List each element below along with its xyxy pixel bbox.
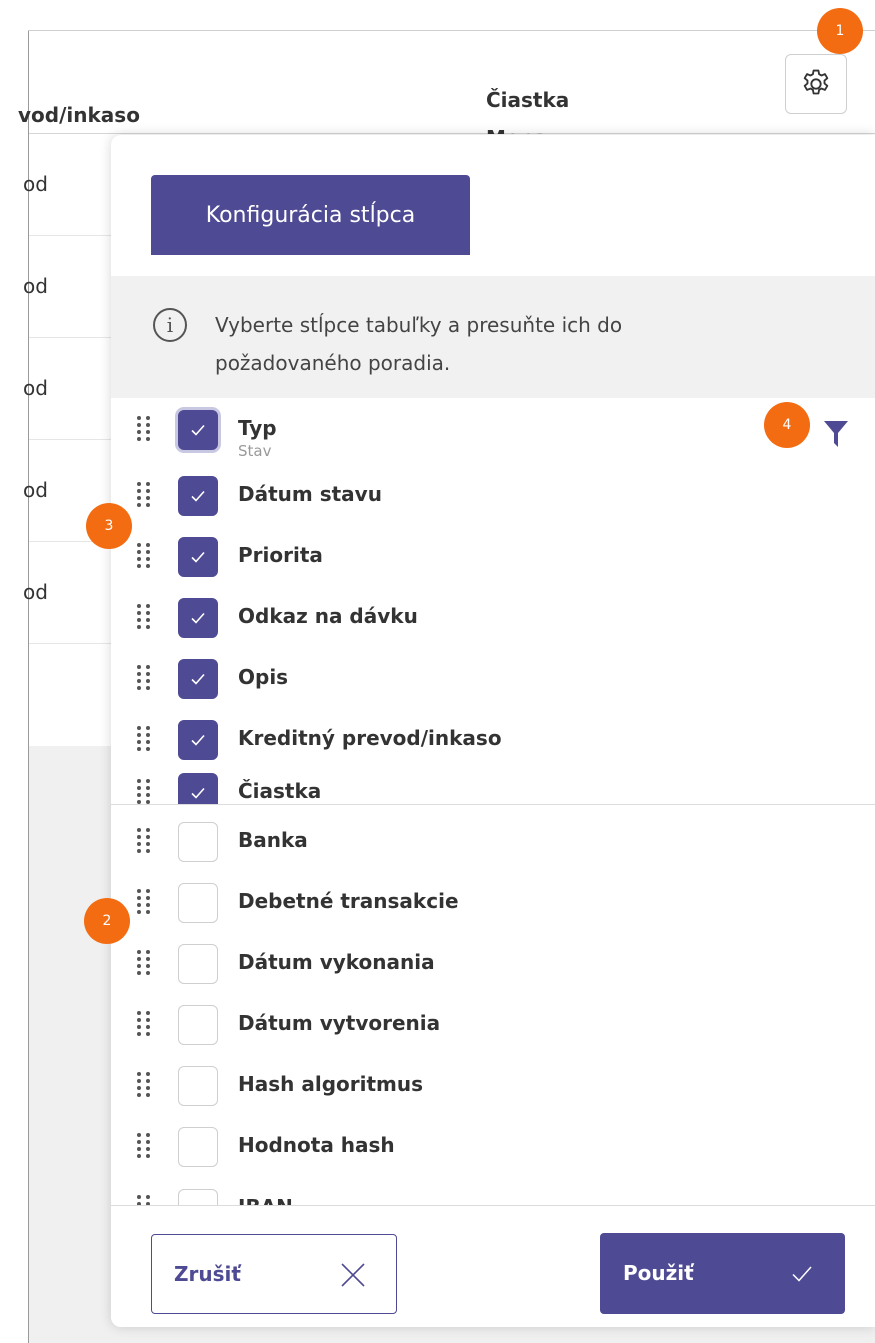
cancel-button[interactable]: Zrušiť bbox=[151, 1234, 397, 1314]
list-item-ciastka[interactable]: Čiastka bbox=[111, 761, 875, 804]
checkbox-debetne-transakcie[interactable] bbox=[178, 883, 218, 923]
drag-handle-icon[interactable] bbox=[137, 416, 153, 442]
list-item-iban[interactable]: IBAN bbox=[111, 1177, 875, 1205]
list-item-datum-stavu[interactable]: Dátum stavu bbox=[111, 464, 875, 526]
checkbox-datum-stavu[interactable] bbox=[178, 476, 218, 516]
available-columns-list: Banka Debetné transakcie Dátum vykonania… bbox=[111, 805, 875, 1205]
list-item-datum-vytvorenia[interactable]: Dátum vytvorenia bbox=[111, 993, 875, 1055]
table-cell: od bbox=[23, 172, 48, 196]
item-label: Dátum stavu bbox=[238, 482, 382, 506]
item-label: Debetné transakcie bbox=[238, 889, 459, 913]
check-icon bbox=[191, 490, 205, 502]
list-item-hodnota-hash[interactable]: Hodnota hash bbox=[111, 1115, 875, 1177]
checkbox-datum-vykonania[interactable] bbox=[178, 944, 218, 984]
table-cell: od bbox=[23, 376, 48, 400]
check-icon bbox=[191, 551, 205, 563]
step-marker-1: 1 bbox=[817, 8, 863, 54]
table-cell: od bbox=[23, 580, 48, 604]
panel-title: Konfigurácia stĺpca bbox=[151, 175, 470, 255]
drag-handle-icon[interactable] bbox=[137, 726, 153, 752]
item-label: Dátum vytvorenia bbox=[238, 1011, 441, 1035]
step-marker-4: 4 bbox=[764, 402, 810, 448]
checkbox-opis[interactable] bbox=[178, 659, 218, 699]
checkbox-iban[interactable] bbox=[178, 1189, 218, 1205]
item-label: Hodnota hash bbox=[238, 1133, 395, 1157]
checkbox-banka[interactable] bbox=[178, 822, 218, 862]
item-label: Hash algoritmus bbox=[238, 1072, 424, 1096]
list-item-datum-vykonania[interactable]: Dátum vykonania bbox=[111, 932, 875, 994]
info-icon: i bbox=[153, 308, 187, 342]
close-icon bbox=[341, 1263, 365, 1287]
item-label: Čiastka bbox=[238, 779, 322, 803]
drag-handle-icon[interactable] bbox=[137, 828, 153, 854]
drag-handle-icon[interactable] bbox=[137, 779, 153, 804]
table-header: vod/inkaso Čiastka Mena bbox=[18, 31, 875, 150]
table-cell: od bbox=[23, 274, 48, 298]
drag-handle-icon[interactable] bbox=[137, 889, 153, 915]
info-text: Vyberte stĺpce tabuľky a presuňte ich do… bbox=[215, 313, 623, 375]
checkbox-kreditny-prevod[interactable] bbox=[178, 720, 218, 760]
apply-label: Použiť bbox=[623, 1261, 694, 1285]
list-item-debetne-transakcie[interactable]: Debetné transakcie bbox=[111, 871, 875, 933]
drag-handle-icon[interactable] bbox=[137, 1195, 153, 1205]
list-item-banka[interactable]: Banka bbox=[111, 810, 875, 872]
header-amount-label: Čiastka bbox=[486, 88, 570, 112]
drag-handle-icon[interactable] bbox=[137, 950, 153, 976]
checkbox-typ[interactable] bbox=[178, 410, 218, 450]
item-label: Dátum vykonania bbox=[238, 950, 435, 974]
info-bar: i Vyberte stĺpce tabuľky a presuňte ich … bbox=[111, 276, 875, 398]
apply-button[interactable]: Použiť bbox=[600, 1233, 845, 1314]
table-cell: od bbox=[23, 478, 48, 502]
checkbox-ciastka[interactable] bbox=[178, 773, 218, 804]
list-item-priorita[interactable]: Priorita bbox=[111, 525, 875, 587]
list-item-opis[interactable]: Opis bbox=[111, 647, 875, 709]
list-item-odkaz-na-davku[interactable]: Odkaz na dávku bbox=[111, 586, 875, 648]
drag-handle-icon[interactable] bbox=[137, 1133, 153, 1159]
list-item-hash-algoritmus[interactable]: Hash algoritmus bbox=[111, 1054, 875, 1116]
step-marker-3: 3 bbox=[86, 503, 132, 549]
drag-handle-icon[interactable] bbox=[137, 482, 153, 508]
panel-footer: Zrušiť Použiť bbox=[111, 1205, 875, 1327]
drag-handle-icon[interactable] bbox=[137, 604, 153, 630]
item-label: Typ bbox=[238, 416, 277, 440]
item-label: Odkaz na dávku bbox=[238, 604, 418, 628]
drag-handle-icon[interactable] bbox=[137, 1011, 153, 1037]
column-config-panel: Konfigurácia stĺpca i Vyberte stĺpce tab… bbox=[111, 135, 875, 1327]
selected-columns-list: Typ Stav Dátum stavu Priorita Odkaz na d… bbox=[111, 398, 875, 804]
item-label: Kreditný prevod/inkaso bbox=[238, 726, 502, 750]
column-settings-button[interactable] bbox=[785, 54, 847, 114]
check-icon bbox=[792, 1266, 812, 1282]
item-label: IBAN bbox=[238, 1195, 293, 1205]
checkbox-hodnota-hash[interactable] bbox=[178, 1127, 218, 1167]
drag-handle-icon[interactable] bbox=[137, 1072, 153, 1098]
filter-icon[interactable] bbox=[823, 420, 849, 448]
item-label: Opis bbox=[238, 665, 289, 689]
check-icon bbox=[191, 734, 205, 746]
check-icon bbox=[191, 673, 205, 685]
item-sublabel: Stav bbox=[238, 442, 272, 460]
checkbox-datum-vytvorenia[interactable] bbox=[178, 1005, 218, 1045]
header-credit-transfer[interactable]: vod/inkaso bbox=[18, 103, 140, 127]
drag-handle-icon[interactable] bbox=[137, 665, 153, 691]
list-item-typ[interactable]: Typ Stav bbox=[111, 398, 875, 460]
item-label: Banka bbox=[238, 828, 308, 852]
checkbox-priorita[interactable] bbox=[178, 537, 218, 577]
check-icon bbox=[191, 787, 205, 799]
step-marker-2: 2 bbox=[84, 898, 130, 944]
gear-icon bbox=[803, 69, 829, 95]
cancel-label: Zrušiť bbox=[174, 1262, 241, 1286]
item-label: Priorita bbox=[238, 543, 323, 567]
check-icon bbox=[191, 612, 205, 624]
drag-handle-icon[interactable] bbox=[137, 543, 153, 569]
checkbox-odkaz-na-davku[interactable] bbox=[178, 598, 218, 638]
checkbox-hash-algoritmus[interactable] bbox=[178, 1066, 218, 1106]
check-icon bbox=[191, 424, 205, 436]
